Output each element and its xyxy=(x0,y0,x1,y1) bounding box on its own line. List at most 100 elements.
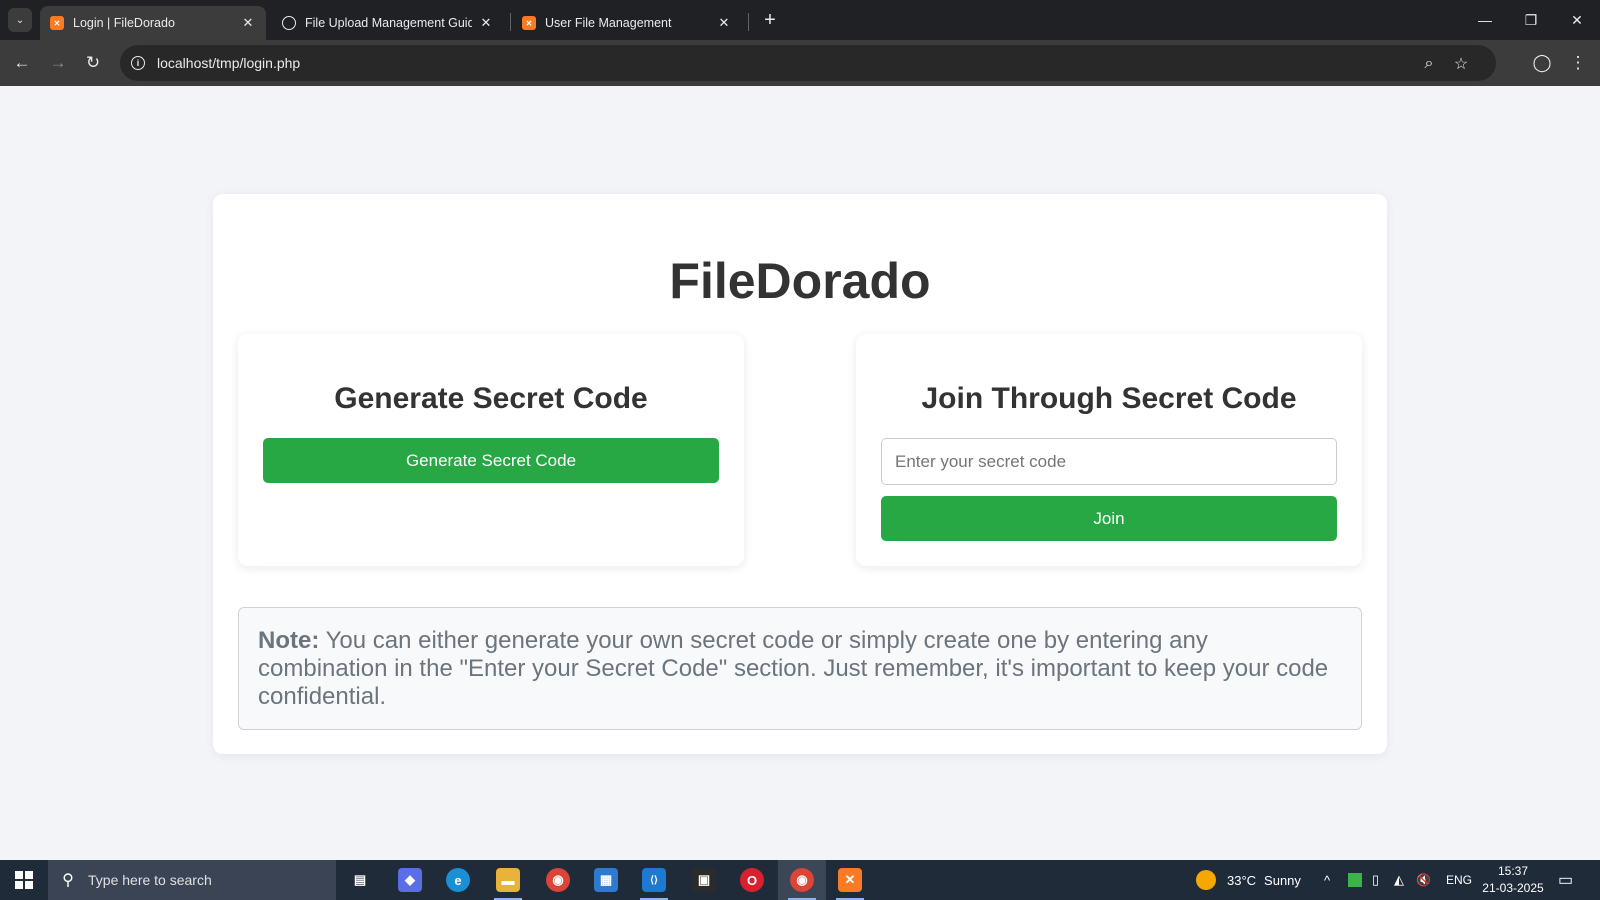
task-view-button[interactable]: ▤ xyxy=(336,860,384,900)
profile-button[interactable]: ◯ xyxy=(1530,51,1554,75)
restore-icon: ❐ xyxy=(1524,11,1538,28)
site-info-button[interactable]: i xyxy=(128,53,148,73)
vscode-button[interactable]: ⟨⟩ xyxy=(630,860,678,900)
device-icon: ▯ xyxy=(1372,872,1380,887)
close-window-button[interactable]: ✕ xyxy=(1554,0,1600,40)
page-title: FileDorado xyxy=(669,253,931,309)
globe-icon xyxy=(282,16,296,30)
page-viewport: FileDorado Generate Secret Code Generate… xyxy=(0,86,1600,860)
copilot-icon: ◆ xyxy=(398,868,422,892)
arrow-right-icon: → xyxy=(49,53,67,72)
search-icon: ⚲ xyxy=(62,872,74,889)
edge-icon: e xyxy=(446,868,470,892)
back-button[interactable]: ← xyxy=(10,51,34,75)
info-icon: i xyxy=(131,56,145,70)
close-tab-icon[interactable]: ✕ xyxy=(478,15,494,31)
join-button[interactable]: Join xyxy=(881,496,1337,541)
clock-time: 15:37 xyxy=(1497,864,1529,878)
windows-logo-icon xyxy=(15,871,33,889)
store-button[interactable]: ▦ xyxy=(582,860,630,900)
notification-icon: ▭ xyxy=(1558,872,1574,889)
opera-icon: O xyxy=(740,868,764,892)
reload-icon: ↻ xyxy=(85,53,101,72)
tab-divider xyxy=(748,13,749,31)
note-label: Note: xyxy=(258,627,320,654)
note-box: Note: You can either generate your own s… xyxy=(238,607,1362,730)
xampp-icon: ✕ xyxy=(522,16,536,30)
start-button[interactable] xyxy=(0,860,48,900)
close-tab-icon[interactable]: ✕ xyxy=(716,15,732,31)
wifi-icon: ◭ xyxy=(1394,872,1404,887)
xampp-icon: ✕ xyxy=(50,16,64,30)
plus-icon: + xyxy=(764,8,776,31)
close-tab-icon[interactable]: ✕ xyxy=(240,15,256,31)
arrow-left-icon: ← xyxy=(13,53,31,72)
profile-icon: ◯ xyxy=(1532,53,1552,72)
forward-button[interactable]: → xyxy=(46,51,70,75)
tray-app-icon[interactable] xyxy=(1348,860,1362,900)
file-explorer-button[interactable]: ▬ xyxy=(484,860,532,900)
zoom-icon: ⌕ xyxy=(1424,55,1434,72)
close-icon: ✕ xyxy=(1571,11,1583,28)
restore-button[interactable]: ❐ xyxy=(1508,0,1554,40)
clock[interactable]: 15:37 21-03-2025 xyxy=(1480,863,1546,897)
login-card: FileDorado Generate Secret Code Generate… xyxy=(213,194,1387,754)
tab-search-button[interactable]: ⌄ xyxy=(8,8,32,32)
tab-divider xyxy=(510,13,511,31)
speaker-muted-icon: 🔇 xyxy=(1416,873,1431,887)
chevron-down-icon: ⌄ xyxy=(15,14,25,26)
minimize-icon: — xyxy=(1478,12,1492,28)
taskbar-search-placeholder: Type here to search xyxy=(88,872,212,888)
show-hidden-icons-button[interactable]: ^ xyxy=(1324,860,1330,900)
language-indicator[interactable]: ENG xyxy=(1446,860,1472,900)
chrome-button[interactable]: ◉ xyxy=(534,860,582,900)
chevron-up-icon: ^ xyxy=(1324,872,1331,888)
join-code-panel: Join Through Secret Code Join xyxy=(856,334,1362,566)
chrome-icon: ◉ xyxy=(546,868,570,892)
tab-title: User File Management xyxy=(545,16,672,30)
edge-button[interactable]: e xyxy=(434,860,482,900)
zoom-button[interactable]: ⌕ xyxy=(1418,53,1440,75)
network-button[interactable]: ◭ xyxy=(1394,860,1404,900)
tab-title: File Upload Management Guide xyxy=(305,16,472,30)
tab-file-upload-guide[interactable]: File Upload Management Guide ✕ xyxy=(272,6,504,40)
vscode-icon: ⟨⟩ xyxy=(642,868,666,892)
copilot-button[interactable]: ◆ xyxy=(386,860,434,900)
chrome-profile-button[interactable]: ◉ xyxy=(778,860,826,900)
secret-code-input[interactable] xyxy=(881,438,1337,485)
kebab-menu-icon: ⋮ xyxy=(1569,53,1587,72)
green-app-icon xyxy=(1348,873,1362,887)
browser-tab-bar: ⌄ ✕ Login | FileDorado ✕ File Upload Man… xyxy=(0,0,1600,40)
store-icon: ▦ xyxy=(594,868,618,892)
bookmark-button[interactable]: ☆ xyxy=(1450,53,1472,75)
volume-button[interactable]: 🔇 xyxy=(1416,860,1431,900)
weather-widget[interactable]: 33°C Sunny xyxy=(1196,860,1301,900)
url-text[interactable]: localhost/tmp/login.php xyxy=(157,55,300,71)
generate-panel-heading: Generate Secret Code xyxy=(334,382,648,415)
taskbar-search-box[interactable]: ⚲ Type here to search xyxy=(48,860,336,900)
generate-secret-code-button[interactable]: Generate Secret Code xyxy=(263,438,719,483)
tab-login-filedorado[interactable]: ✕ Login | FileDorado ✕ xyxy=(40,6,266,40)
browser-menu-button[interactable]: ⋮ xyxy=(1566,51,1590,75)
address-bar[interactable]: i localhost/tmp/login.php ⌕ ☆ xyxy=(120,45,1496,81)
new-tab-button[interactable]: + xyxy=(758,8,782,32)
notification-center-button[interactable]: ▭ xyxy=(1558,860,1573,900)
xampp-icon: ✕ xyxy=(838,868,862,892)
tab-user-file-management[interactable]: ✕ User File Management ✕ xyxy=(512,6,742,40)
tray-device-icon[interactable]: ▯ xyxy=(1372,860,1379,900)
media-app-icon: ▣ xyxy=(692,868,716,892)
media-app-button[interactable]: ▣ xyxy=(680,860,728,900)
xampp-button[interactable]: ✕ xyxy=(826,860,874,900)
language-text: ENG xyxy=(1446,873,1473,887)
generate-code-panel: Generate Secret Code Generate Secret Cod… xyxy=(238,334,744,566)
tab-title: Login | FileDorado xyxy=(73,16,175,30)
weather-temperature: 33°C xyxy=(1227,872,1257,888)
opera-button[interactable]: O xyxy=(728,860,776,900)
weather-condition: Sunny xyxy=(1264,872,1301,888)
minimize-button[interactable]: — xyxy=(1462,0,1508,40)
windows-taskbar: ⚲ Type here to search ▤ ◆ e ▬ ◉ ▦ ⟨⟩ ▣ O… xyxy=(0,860,1600,900)
reload-button[interactable]: ↻ xyxy=(81,51,105,75)
chrome-icon: ◉ xyxy=(790,868,814,892)
note-text: You can either generate your own secret … xyxy=(258,627,1329,710)
task-view-icon: ▤ xyxy=(353,872,367,887)
